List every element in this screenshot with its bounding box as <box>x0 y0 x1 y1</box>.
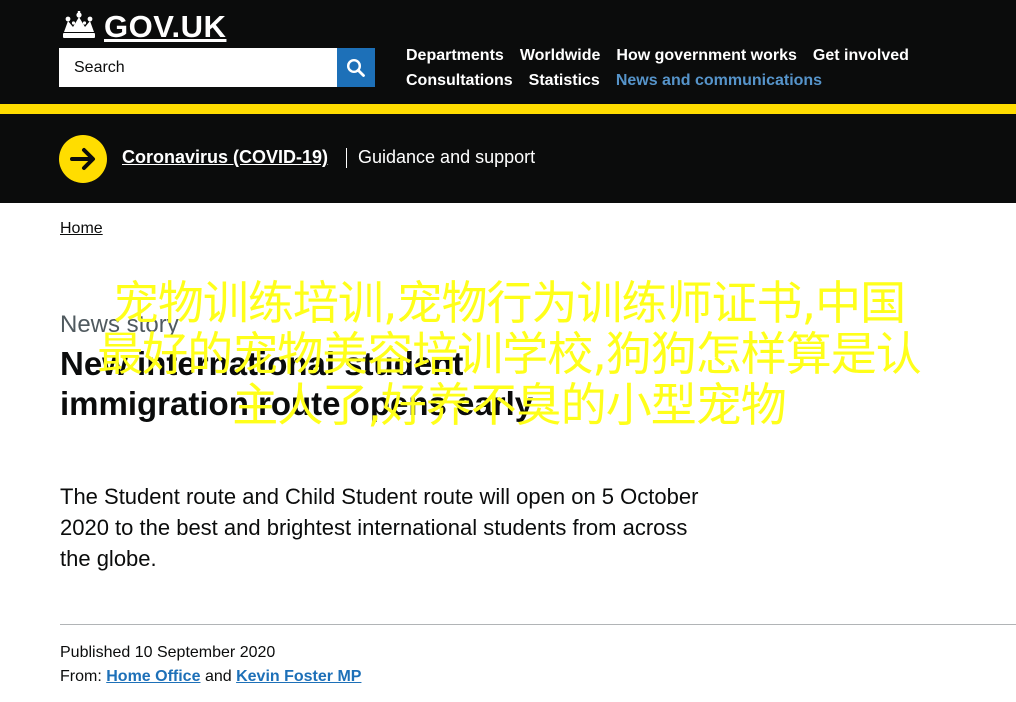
org-link-kevin-foster[interactable]: Kevin Foster MP <box>236 668 361 685</box>
breadcrumb-home[interactable]: Home <box>60 219 103 239</box>
page-title: New international student immigration ro… <box>60 345 534 422</box>
nav-how-government-works[interactable]: How government works <box>616 45 796 67</box>
logo-text: GOV.UK <box>104 9 227 44</box>
published-meta: Published 10 September 2020 <box>60 642 275 664</box>
from-label: From: <box>60 668 102 685</box>
article-lead: The Student route and Child Student rout… <box>60 484 699 571</box>
covid-link[interactable]: Coronavirus (COVID-19) <box>122 145 328 169</box>
nav-news-and-communications[interactable]: News and communications <box>616 70 822 92</box>
nav-consultations[interactable]: Consultations <box>406 70 513 92</box>
search-form <box>59 48 375 87</box>
crown-icon <box>60 11 98 43</box>
published-label: Published <box>60 644 131 661</box>
main-nav: Departments Worldwide How government wor… <box>406 45 966 92</box>
search-input[interactable] <box>59 48 337 87</box>
from-joiner: and <box>204 668 232 685</box>
org-link-home-office[interactable]: Home Office <box>106 668 200 685</box>
covid-divider <box>346 148 347 168</box>
article-kicker: News story <box>60 311 179 338</box>
published-date: 10 September 2020 <box>134 644 276 661</box>
govuk-logo-link[interactable]: GOV.UK <box>60 8 226 46</box>
nav-departments[interactable]: Departments <box>406 45 504 67</box>
nav-statistics[interactable]: Statistics <box>529 70 600 92</box>
from-meta: From: Home Office and Kevin Foster MP <box>60 666 361 688</box>
covid-guidance-text: Guidance and support <box>358 147 536 167</box>
section-divider <box>60 624 1016 625</box>
nav-worldwide[interactable]: Worldwide <box>520 45 601 67</box>
brand-strip <box>0 104 1016 114</box>
magnifier-icon <box>346 58 366 78</box>
site-header: GOV.UK Departments Worldwide How governm… <box>0 0 1016 104</box>
covid-banner: Coronavirus (COVID-19) Guidance and supp… <box>0 114 1016 203</box>
search-button[interactable] <box>337 48 375 87</box>
nav-get-involved[interactable]: Get involved <box>813 45 909 67</box>
arrow-right-circle-icon <box>59 135 107 183</box>
